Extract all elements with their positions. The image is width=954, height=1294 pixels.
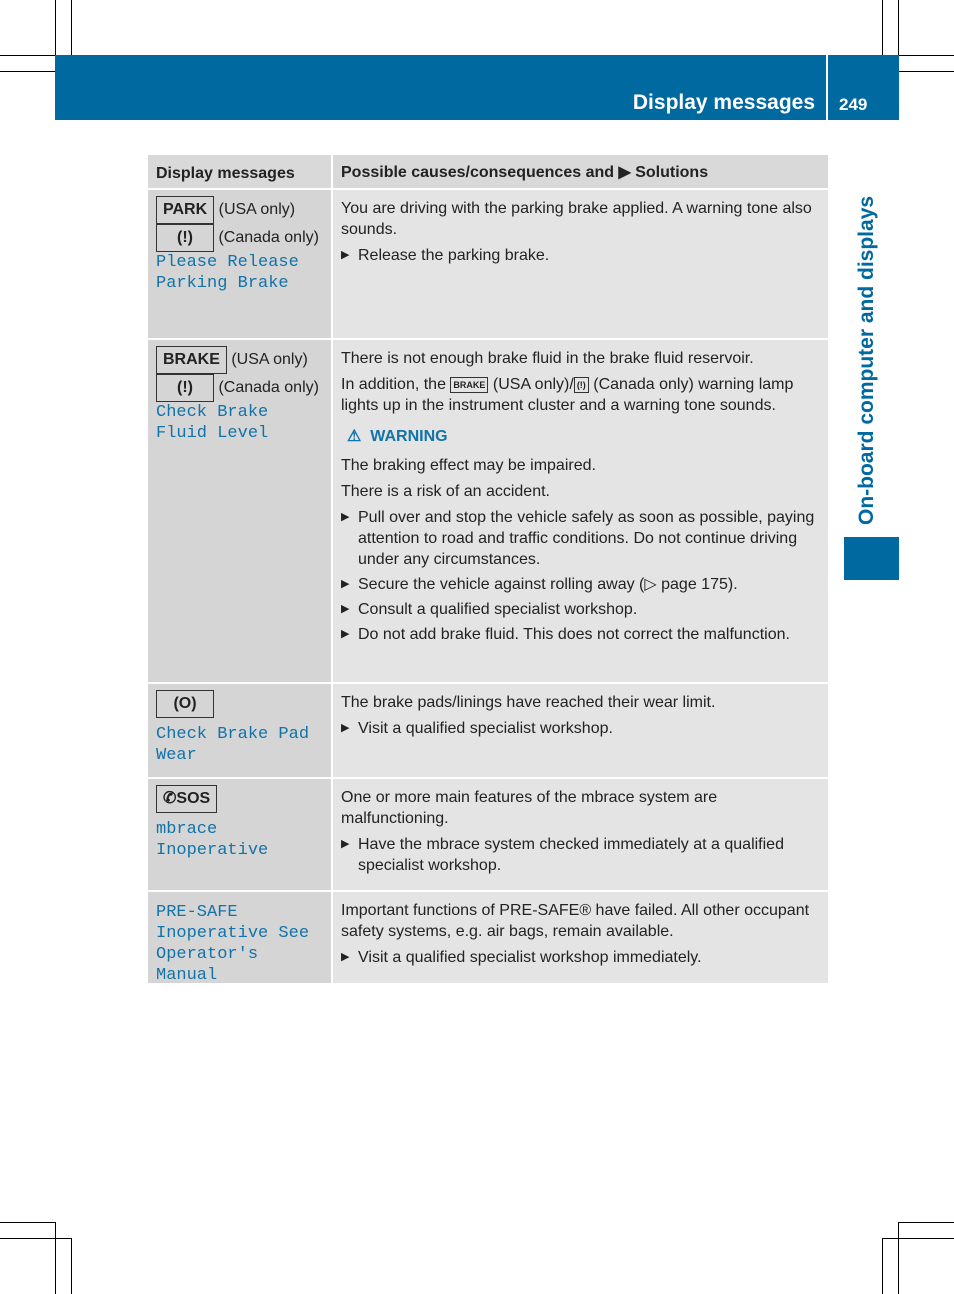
- brake-pad-icon: (O): [156, 690, 214, 718]
- crop-mark: [898, 1222, 899, 1294]
- crop-mark: [899, 55, 954, 56]
- brake-warning-icon: (!): [573, 376, 589, 393]
- crop-mark: [899, 1222, 954, 1223]
- brake-warning-icon: (!): [156, 224, 214, 252]
- note: (Canada only): [218, 379, 319, 397]
- display-message: mbrace Inoperative: [156, 820, 269, 860]
- solution-step: Secure the vehicle against rolling away …: [341, 574, 820, 595]
- crop-mark: [0, 1222, 55, 1223]
- table-row: ✆SOS mbrace Inoperative One or more main…: [148, 779, 828, 892]
- table-row: BRAKE (USA only) (!) (Canada only) Check…: [148, 340, 828, 684]
- display-message: Check Brake Pad Wear: [156, 725, 310, 765]
- crop-mark: [0, 1238, 71, 1239]
- description: The brake pads/linings have reached thei…: [341, 694, 716, 711]
- description: Important functions of PRE-SAFE® have fa…: [341, 902, 810, 940]
- table-header: Display messages Possible causes/consequ…: [148, 155, 828, 190]
- section-title: Display messages: [632, 91, 815, 114]
- sos-phone-icon: ✆SOS: [156, 785, 218, 813]
- display-messages-table: Display messages Possible causes/consequ…: [148, 155, 828, 985]
- crop-mark: [898, 0, 899, 55]
- page-number: 249: [839, 95, 868, 114]
- note: (USA only): [218, 201, 296, 219]
- crop-mark: [55, 0, 56, 55]
- warning-text: The braking effect may be impaired.: [341, 457, 596, 474]
- solution-step: Consult a qualified specialist workshop.: [341, 599, 820, 620]
- column-header: Display messages: [148, 155, 333, 188]
- solution-step: Visit a qualified specialist workshop.: [341, 718, 820, 739]
- crop-mark: [55, 1222, 56, 1294]
- park-icon: PARK: [156, 196, 215, 224]
- solution-step: Visit a qualified specialist workshop im…: [341, 947, 820, 968]
- brake-icon: BRAKE: [156, 346, 227, 374]
- display-message: Check Brake Fluid Level: [156, 403, 269, 443]
- crop-mark: [71, 0, 72, 55]
- crop-mark: [882, 1238, 954, 1239]
- warning-text: There is a risk of an accident.: [341, 483, 550, 500]
- description: You are driving with the parking brake a…: [341, 200, 812, 238]
- crop-mark: [71, 1238, 72, 1294]
- solution-step: Have the mbrace system checked immediate…: [341, 834, 820, 876]
- description: In addition, the BRAKE (USA only)/(!) (C…: [341, 376, 794, 414]
- chapter-title: On-board computer and displays: [855, 195, 878, 525]
- divider: [826, 55, 828, 120]
- crop-mark: [0, 71, 55, 72]
- solution-step: Do not add brake fluid. This does not co…: [341, 624, 820, 645]
- table-row: PARK (USA only) (!) (Canada only) Please…: [148, 190, 828, 340]
- crop-mark: [882, 1238, 883, 1294]
- display-message: Please Release Parking Brake: [156, 253, 299, 293]
- brake-icon: BRAKE: [450, 376, 489, 393]
- table-row: PRE-SAFE Inoperative See Operator's Manu…: [148, 892, 828, 985]
- page-header: Display messages 249: [55, 55, 899, 120]
- description: One or more main features of the mbrace …: [341, 789, 718, 827]
- crop-mark: [882, 0, 883, 55]
- crop-mark: [899, 71, 954, 72]
- description: There is not enough brake fluid in the b…: [341, 350, 754, 367]
- note: (USA only): [231, 351, 308, 369]
- warning-triangle-icon: ⚠: [347, 428, 362, 445]
- column-header: Possible causes/consequences and ▶ Solut…: [333, 155, 828, 188]
- solution-step: Release the parking brake.: [341, 245, 820, 266]
- crop-mark: [0, 55, 55, 56]
- brake-warning-icon: (!): [156, 374, 214, 402]
- display-message: PRE-SAFE Inoperative See Operator's Manu…: [156, 903, 310, 985]
- solution-step: Pull over and stop the vehicle safely as…: [341, 507, 820, 570]
- table-row: (O) Check Brake Pad Wear The brake pads/…: [148, 684, 828, 779]
- chapter-tab: [844, 537, 899, 580]
- warning-label: ⚠ WARNING: [347, 428, 448, 445]
- note: (Canada only): [218, 229, 319, 247]
